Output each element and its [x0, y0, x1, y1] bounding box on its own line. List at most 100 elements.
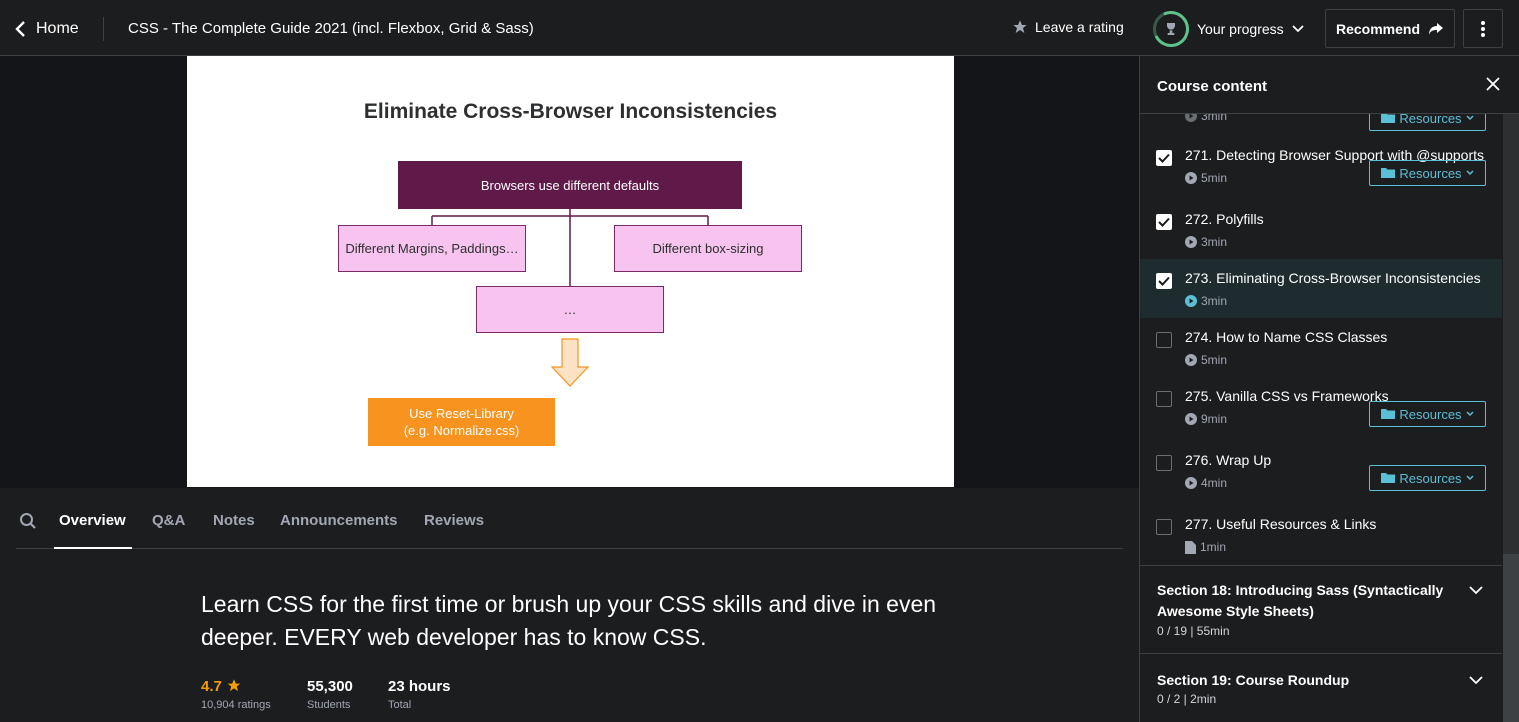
lecture-title: 276. Wrap Up: [1185, 452, 1272, 468]
chevron-down-icon: [1466, 411, 1474, 417]
chevron-down-icon: [1469, 586, 1483, 595]
section-19[interactable]: Section 19: Course Roundup 0 / 2 | 2min: [1140, 653, 1502, 722]
check-icon: [1158, 276, 1170, 286]
search-tab[interactable]: [19, 512, 37, 535]
lecture-checkbox[interactable]: [1156, 150, 1172, 166]
lecture-duration: 1min: [1200, 540, 1227, 554]
lecture-checkbox[interactable]: [1156, 391, 1172, 407]
lecture-duration: 4min: [1201, 476, 1228, 490]
lecture-meta: 3min: [1185, 294, 1227, 308]
check-icon: [1158, 153, 1170, 163]
hours-label: Total: [388, 699, 412, 711]
slide-box-margins: Different Margins, Paddings…: [338, 225, 526, 272]
students-label: Students: [307, 699, 351, 711]
divider: [103, 17, 104, 41]
recommend-button[interactable]: Recommend: [1325, 9, 1455, 48]
tab-reviews[interactable]: Reviews: [424, 512, 484, 529]
lecture-duration: 5min: [1201, 353, 1228, 367]
students-stat: 55,300 Students: [307, 678, 353, 711]
lecture-item[interactable]: 276. Wrap Up 4min Resources: [1140, 441, 1502, 505]
slide-solution-line2: (e.g. Normalize.css): [403, 423, 520, 438]
lecture-checkbox[interactable]: [1156, 332, 1172, 348]
rating-value-row: 4.7: [201, 678, 271, 695]
tab-qa[interactable]: Q&A: [152, 512, 185, 529]
lecture-item[interactable]: 271. Detecting Browser Support with @sup…: [1140, 136, 1502, 200]
lecture-title: 274. How to Name CSS Classes: [1185, 329, 1388, 345]
active-tab-indicator: [54, 547, 132, 549]
resources-button[interactable]: Resources: [1369, 401, 1486, 427]
course-content-sidebar: Course content 3min Resources 271. Detec…: [1139, 56, 1519, 722]
lecture-checkbox[interactable]: [1156, 273, 1172, 289]
vertical-dots-icon: [1481, 20, 1485, 37]
folder-icon: [1381, 168, 1396, 178]
lecture-title: 275. Vanilla CSS vs Frameworks: [1185, 388, 1389, 404]
lecture-meta: 5min: [1185, 171, 1227, 185]
lecture-item[interactable]: 273. Eliminating Cross-Browser Inconsist…: [1140, 259, 1502, 318]
lecture-title: 277. Useful Resources & Links: [1185, 516, 1377, 532]
slide-connectors: [431, 209, 709, 387]
search-icon: [20, 513, 36, 529]
trophy-icon: [1153, 11, 1189, 47]
lecture-duration: 9min: [1201, 412, 1228, 426]
star-icon: [1013, 20, 1027, 33]
lecture-item[interactable]: 272. Polyfills 3min: [1140, 200, 1502, 259]
leave-rating-label: Leave a rating: [1035, 19, 1124, 35]
play-icon: [1185, 413, 1197, 425]
home-label: Home: [36, 20, 79, 37]
course-title: CSS - The Complete Guide 2021 (incl. Fle…: [128, 20, 534, 37]
resources-label: Resources: [1399, 165, 1462, 181]
lecture-duration: 3min: [1201, 294, 1228, 308]
home-link[interactable]: Home: [14, 17, 79, 41]
resources-button[interactable]: Resources: [1369, 465, 1486, 491]
lecture-checkbox[interactable]: [1156, 214, 1172, 230]
tab-announcements[interactable]: Announcements: [280, 512, 398, 529]
more-options-button[interactable]: [1463, 9, 1503, 48]
section-meta: 0 / 2 | 2min: [1157, 692, 1217, 706]
section-title: Section 19: Course Roundup: [1157, 672, 1350, 688]
your-progress-button[interactable]: Your progress: [1153, 11, 1304, 47]
tab-notes[interactable]: Notes: [213, 512, 255, 529]
hours-value: 23 hours: [388, 678, 451, 695]
lecture-item[interactable]: 275. Vanilla CSS vs Frameworks 9min Resour…: [1140, 377, 1502, 441]
lecture-meta: 9min: [1185, 412, 1227, 426]
resources-button[interactable]: Resources: [1369, 160, 1486, 186]
play-icon: [1185, 354, 1197, 366]
play-icon: [1185, 236, 1197, 248]
chevron-down-icon: [1466, 170, 1474, 176]
chevron-down-icon: [1466, 115, 1474, 121]
lecture-duration: 5min: [1201, 171, 1228, 185]
video-player[interactable]: Eliminate Cross-Browser Inconsistencies …: [0, 56, 1140, 488]
slide-box-solution: Use Reset-Library (e.g. Normalize.css): [368, 398, 555, 446]
sidebar-scrollbar[interactable]: [1503, 114, 1519, 722]
chevron-left-icon: [15, 21, 25, 37]
lecture-item[interactable]: 277. Useful Resources & Links 1min: [1140, 505, 1502, 565]
section-title: Section 18: Introducing Sass (Syntactica…: [1157, 582, 1444, 619]
tab-overview[interactable]: Overview: [59, 512, 126, 529]
folder-icon: [1381, 473, 1396, 483]
lecture-checkbox[interactable]: [1156, 519, 1172, 535]
folder-icon: [1381, 409, 1396, 419]
close-sidebar-button[interactable]: [1485, 76, 1501, 97]
rating-count: 10,904 ratings: [201, 699, 271, 711]
lecture-title: 273. Eliminating Cross-Browser Inconsist…: [1185, 270, 1481, 286]
rating-value: 4.7: [201, 678, 222, 695]
content-tabs: Overview Q&A Notes Announcements Reviews: [16, 496, 1123, 549]
course-headline: Learn CSS for the first time or brush up…: [201, 591, 937, 650]
play-icon: [1185, 295, 1197, 307]
lecture-item[interactable]: 274. How to Name CSS Classes 5min: [1140, 318, 1502, 377]
students-value: 55,300: [307, 678, 353, 695]
chevron-down-icon: [1469, 676, 1483, 685]
slide-box-sizing: Different box-sizing: [614, 225, 802, 272]
leave-rating-button[interactable]: Leave a rating: [1012, 19, 1124, 35]
share-arrow-icon: [1429, 22, 1444, 35]
lecture-slide: Eliminate Cross-Browser Inconsistencies …: [187, 56, 954, 487]
document-icon: [1185, 540, 1196, 554]
scrollbar-thumb[interactable]: [1503, 554, 1519, 722]
hours-stat: 23 hours Total: [388, 678, 451, 711]
section-18[interactable]: Section 18: Introducing Sass (Syntactica…: [1140, 565, 1502, 653]
lecture-checkbox[interactable]: [1156, 455, 1172, 471]
lecture-meta: 5min: [1185, 353, 1227, 367]
resources-label: Resources: [1399, 470, 1462, 486]
check-icon: [1158, 217, 1170, 227]
lecture-meta: 1min: [1185, 540, 1226, 554]
